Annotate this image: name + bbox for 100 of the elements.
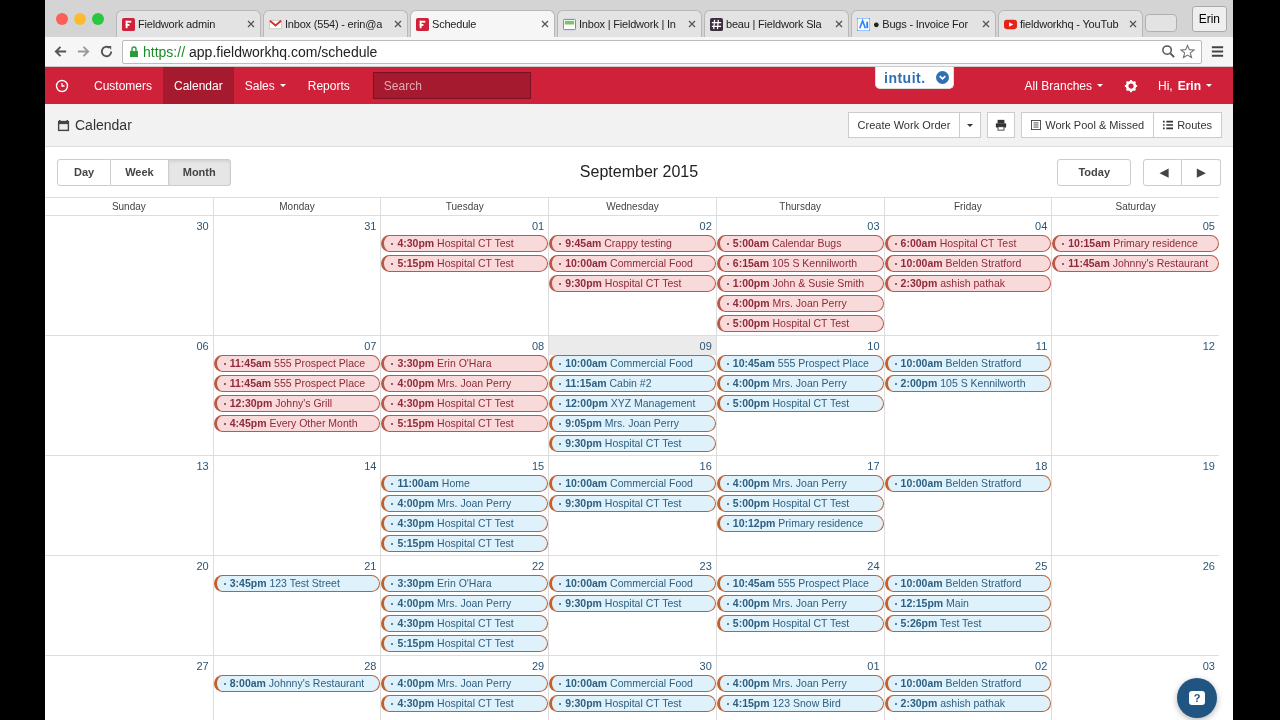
calendar-event[interactable]: 5:00pm Hospital CT Test [716, 395, 884, 412]
calendar-event[interactable]: 4:15pm 123 Snow Bird [716, 695, 884, 712]
nav-item[interactable]: Customers [83, 67, 163, 104]
calendar-event[interactable]: 9:30pm Hospital CT Test [549, 275, 716, 292]
calendar-event[interactable]: 4:00pm Mrs. Joan Perry [716, 675, 884, 692]
calendar-event[interactable]: 12:30pm Johny's Grill [213, 395, 381, 412]
close-icon[interactable] [541, 20, 549, 28]
calendar-event[interactable]: 10:00am Commercial Food [549, 475, 716, 492]
zoom-icon[interactable] [1161, 44, 1176, 59]
calendar-event[interactable]: 4:45pm Every Other Month [213, 415, 381, 432]
calendar-event[interactable]: 10:00am Belden Stratford [884, 675, 1052, 692]
branches-dropdown[interactable]: All Branches [1013, 67, 1114, 104]
calendar-event[interactable]: 4:30pm Hospital CT Test [381, 235, 549, 252]
browser-tab[interactable]: Schedule [410, 10, 555, 37]
browser-tab[interactable]: fieldworkhq - YouTub [998, 10, 1143, 37]
calendar-event[interactable]: 4:30pm Hospital CT Test [381, 695, 549, 712]
today-button[interactable]: Today [1057, 158, 1131, 186]
close-icon[interactable] [982, 20, 990, 28]
address-field[interactable]: https:// app.fieldworkhq.com/schedule [122, 39, 1202, 64]
calendar-event[interactable]: 2:00pm 105 S Kennilworth [884, 375, 1052, 392]
profile-button[interactable]: Erin [1191, 5, 1227, 32]
calendar-event[interactable]: 3:30pm Erin O'Hara [381, 575, 549, 592]
calendar-event[interactable]: 4:00pm Mrs. Joan Perry [716, 595, 884, 612]
close-icon[interactable] [247, 20, 255, 28]
calendar-event[interactable]: 10:00am Belden Stratford [884, 575, 1052, 592]
calendar-event[interactable]: 10:12pm Primary residence [716, 515, 884, 532]
calendar-event[interactable]: 5:15pm Hospital CT Test [381, 535, 549, 552]
calendar-event[interactable]: 12:00pm XYZ Management [549, 395, 716, 412]
calendar-event[interactable]: 10:00am Commercial Food [549, 575, 716, 592]
browser-tab[interactable]: Inbox (554) - erin@a [263, 10, 408, 37]
calendar-event[interactable]: 4:00pm Mrs. Joan Perry [716, 375, 884, 392]
settings-icon[interactable] [1124, 78, 1138, 93]
calendar-event[interactable]: 10:00am Commercial Food [549, 355, 716, 372]
calendar-event[interactable]: 4:00pm Mrs. Joan Perry [716, 295, 884, 312]
calendar-event[interactable]: 8:00am Johnny's Restaurant [213, 675, 381, 692]
close-icon[interactable] [688, 20, 696, 28]
calendar-event[interactable]: 1:00pm John & Susie Smith [716, 275, 884, 292]
view-tab[interactable]: Week [111, 158, 169, 186]
nav-item[interactable]: Calendar [163, 67, 234, 104]
calendar-event[interactable]: 9:30pm Hospital CT Test [549, 595, 716, 612]
calendar-event[interactable]: 10:45am 555 Prospect Place [716, 355, 884, 372]
clock-icon[interactable] [55, 78, 69, 93]
calendar-event[interactable]: 4:00pm Mrs. Joan Perry [381, 595, 549, 612]
calendar-event[interactable]: 9:30pm Hospital CT Test [549, 435, 716, 452]
calendar-event[interactable]: 5:15pm Hospital CT Test [381, 255, 549, 272]
calendar-event[interactable]: 10:00am Commercial Food [549, 675, 716, 692]
nav-item[interactable]: Reports [296, 67, 361, 104]
view-tab[interactable]: Day [57, 158, 112, 186]
create-work-order-button[interactable]: Create Work Order [847, 112, 961, 138]
browser-tab[interactable]: Fieldwork admin [116, 10, 261, 37]
calendar-event[interactable]: 5:00pm Hospital CT Test [716, 615, 884, 632]
brand-badge[interactable]: intuit. [875, 67, 954, 89]
calendar-event[interactable]: 10:00am Belden Stratford [884, 355, 1052, 372]
back-icon[interactable] [53, 44, 68, 59]
next-button[interactable]: ▶ [1182, 158, 1221, 186]
calendar-event[interactable]: 2:30pm ashish pathak [884, 275, 1052, 292]
calendar-event[interactable]: 9:30pm Hospital CT Test [549, 695, 716, 712]
search-field[interactable]: Search [372, 72, 531, 99]
close-icon[interactable] [394, 20, 402, 28]
calendar-event[interactable]: 9:45am Crappy testing [549, 235, 716, 252]
routes-button[interactable]: Routes [1154, 112, 1222, 138]
user-menu[interactable]: Hi, Erin [1148, 67, 1223, 104]
calendar-event[interactable]: 4:00pm Mrs. Joan Perry [381, 375, 549, 392]
calendar-event[interactable]: 4:00pm Mrs. Joan Perry [381, 495, 549, 512]
calendar-event[interactable]: 10:45am 555 Prospect Place [716, 575, 884, 592]
calendar-event[interactable]: 6:00am Hospital CT Test [884, 235, 1052, 252]
calendar-event[interactable]: 11:15am Cabin #2 [549, 375, 716, 392]
calendar-event[interactable]: 10:00am Belden Stratford [884, 475, 1052, 492]
calendar-event[interactable]: 3:30pm Erin O'Hara [381, 355, 549, 372]
calendar-event[interactable]: 4:00pm Mrs. Joan Perry [716, 475, 884, 492]
calendar-event[interactable]: 6:15am 105 S Kennilworth [716, 255, 884, 272]
calendar-event[interactable]: 11:45am 555 Prospect Place [213, 355, 381, 372]
calendar-event[interactable]: 5:15pm Hospital CT Test [381, 635, 549, 652]
calendar-event[interactable]: 5:00pm Hospital CT Test [716, 315, 884, 332]
print-button[interactable] [987, 112, 1016, 138]
forward-icon[interactable] [76, 44, 91, 59]
nav-item[interactable]: Sales [233, 67, 297, 104]
close-icon[interactable] [835, 20, 843, 28]
help-button[interactable]: ? [1177, 678, 1217, 718]
calendar-event[interactable]: 4:00pm Mrs. Joan Perry [381, 675, 549, 692]
close-icon[interactable] [1129, 20, 1137, 28]
calendar-event[interactable]: 5:00am Calendar Bugs [716, 235, 884, 252]
work-pool-button[interactable]: Work Pool & Missed [1021, 112, 1155, 138]
calendar-event[interactable]: 11:45am Johnny's Restaurant [1052, 255, 1219, 272]
calendar-event[interactable]: 4:30pm Hospital CT Test [381, 395, 549, 412]
calendar-event[interactable]: 11:00am Home [381, 475, 549, 492]
reload-icon[interactable] [99, 44, 114, 59]
menu-icon[interactable] [1210, 44, 1225, 59]
view-tab[interactable]: Month [168, 158, 231, 186]
calendar-event[interactable]: 9:05pm Mrs. Joan Perry [549, 415, 716, 432]
calendar-event[interactable]: 4:30pm Hospital CT Test [381, 615, 549, 632]
calendar-event[interactable]: 2:30pm ashish pathak [884, 695, 1052, 712]
calendar-event[interactable]: 9:30pm Hospital CT Test [549, 495, 716, 512]
star-icon[interactable] [1180, 44, 1195, 59]
calendar-event[interactable]: 10:00am Belden Stratford [884, 255, 1052, 272]
calendar-event[interactable]: 5:26pm Test Test [884, 615, 1052, 632]
calendar-event[interactable]: 3:45pm 123 Test Street [213, 575, 381, 592]
calendar-event[interactable]: 5:15pm Hospital CT Test [381, 415, 549, 432]
calendar-event[interactable]: 5:00pm Hospital CT Test [716, 495, 884, 512]
calendar-event[interactable]: 11:45am 555 Prospect Place [213, 375, 381, 392]
